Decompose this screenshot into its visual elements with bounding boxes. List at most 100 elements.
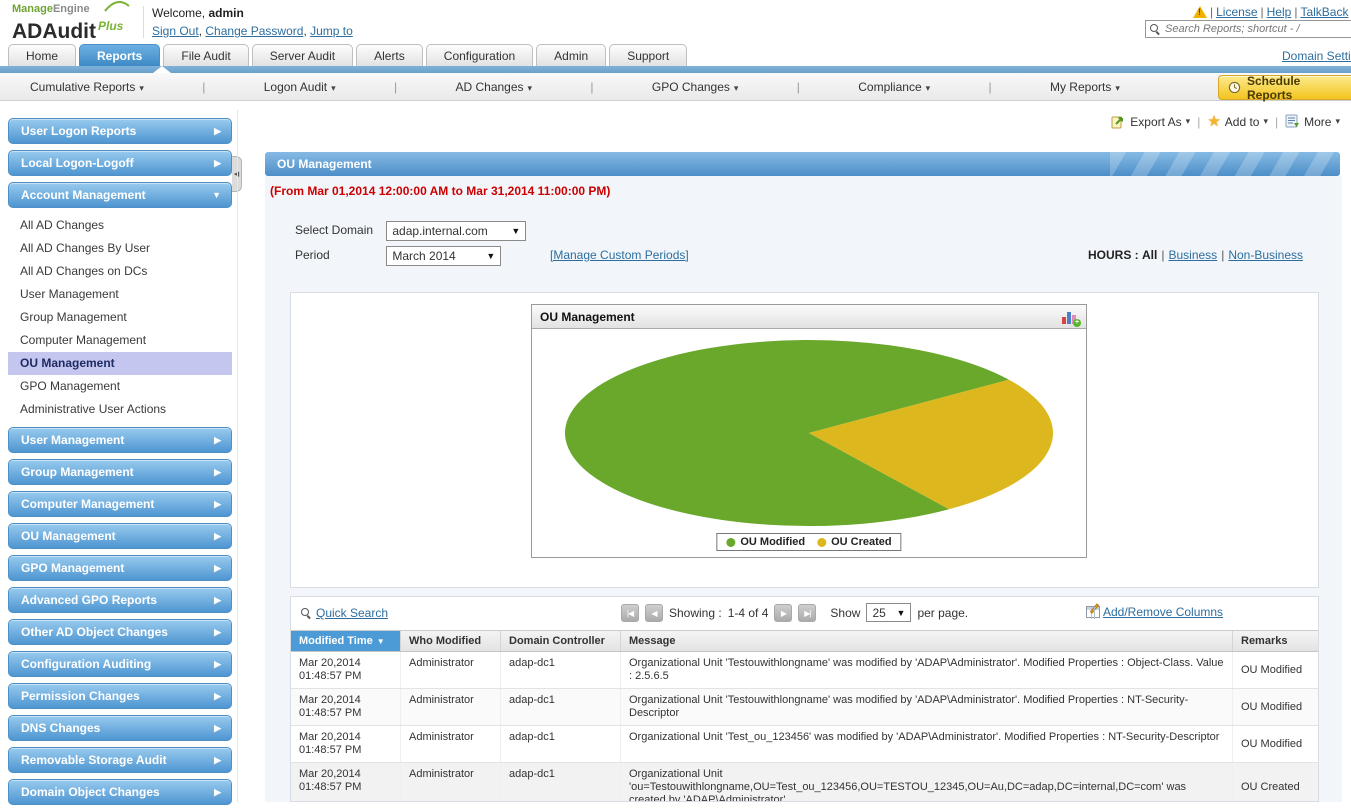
link-help[interactable]: Help [1267, 5, 1292, 19]
period-select[interactable]: March 2014 ▼ [386, 246, 502, 266]
add-to-button[interactable]: ★ Add to ▾ [1207, 114, 1268, 129]
warning-icon[interactable] [1193, 6, 1207, 18]
sidebar-item-ou-management[interactable]: OU Management [8, 352, 232, 375]
sidebar-section-dns-changes[interactable]: DNS Changes ▶ [8, 715, 232, 741]
sidebar-item-all-ad-changes-by-user[interactable]: All AD Changes By User [8, 237, 232, 260]
quick-search-link[interactable]: Quick Search [316, 606, 388, 620]
schedule-reports-button[interactable]: Schedule Reports [1218, 73, 1351, 102]
sidebar-section-group-management[interactable]: Group Management ▶ [8, 459, 232, 485]
link-change-password[interactable]: Change Password [205, 24, 303, 38]
column-header-domain-controller[interactable]: Domain Controller [501, 631, 621, 651]
tab-configuration[interactable]: Configuration [425, 44, 534, 66]
showing-range: 1-4 of 4 [727, 605, 769, 620]
sidebar-item-all-ad-changes[interactable]: All AD Changes [8, 214, 232, 237]
sidebar-item-user-management[interactable]: User Management [8, 283, 232, 306]
tab-home[interactable]: Home [8, 44, 77, 66]
menu-item-ad-changes[interactable]: AD Changes ▾ [455, 80, 532, 94]
menu-item-cumulative-reports[interactable]: Cumulative Reports ▾ [30, 80, 144, 94]
add-remove-columns-link[interactable]: Add/Remove Columns [1103, 605, 1223, 619]
legend-label: OU Modified [740, 536, 806, 548]
divider: | [394, 80, 398, 94]
column-header-label: Message [629, 635, 676, 647]
chevron-down-icon: ▼ [511, 226, 521, 236]
cell-domain-controller: adap-dc1 [501, 652, 621, 688]
tab-reports[interactable]: Reports [79, 44, 161, 66]
column-header-modified-time[interactable]: Modified Time ▼ [291, 631, 401, 651]
tab-server-audit[interactable]: Server Audit [251, 44, 354, 66]
hours-option-non-business[interactable]: Non-Business [1228, 248, 1303, 262]
domain-settings-link[interactable]: Domain Settings [1282, 49, 1351, 63]
sidebar-section-user-management[interactable]: User Management ▶ [8, 427, 232, 453]
global-search-box[interactable] [1145, 20, 1351, 38]
column-header-label: Modified Time [299, 635, 373, 647]
chevron-right-icon: ▶ [214, 498, 221, 509]
utility-links: | License | Help | TalkBack [1207, 5, 1348, 19]
first-page-button[interactable]: |◀ [621, 603, 639, 622]
link-jump-to[interactable]: Jump to [310, 24, 353, 38]
sidebar-item-administrative-user-actions[interactable]: Administrative User Actions [8, 398, 232, 421]
tab-alerts[interactable]: Alerts [356, 44, 423, 66]
add-remove-columns[interactable]: Add/Remove Columns [1086, 603, 1223, 619]
chart-legend: OU Modified OU Created [716, 533, 902, 551]
sidebar-item-all-ad-changes-on-dcs[interactable]: All AD Changes on DCs [8, 260, 232, 283]
sidebar-section-configuration-auditing[interactable]: Configuration Auditing ▶ [8, 651, 232, 677]
hours-option-business[interactable]: Business [1168, 248, 1217, 262]
report-actions-toolbar: Export As ▾ | ★ Add to ▾ | More ▾ [1111, 114, 1340, 129]
cell-message: Organizational Unit 'ou=Testouwithlongna… [621, 763, 1233, 801]
column-header-who-modified[interactable]: Who Modified [401, 631, 501, 651]
sidebar-section-local-logon-logoff[interactable]: Local Logon-Logoff ▶ [8, 150, 232, 176]
sidebar-item-group-management[interactable]: Group Management [8, 306, 232, 329]
product-plus: Plus [97, 19, 124, 33]
link-license[interactable]: License [1216, 5, 1257, 19]
sidebar-section-computer-management[interactable]: Computer Management ▶ [8, 491, 232, 517]
divider: | [796, 80, 800, 94]
manage-custom-periods-link[interactable]: [Manage Custom Periods] [550, 248, 689, 262]
divider: | [1210, 5, 1214, 19]
sidebar-section-advanced-gpo-reports[interactable]: Advanced GPO Reports ▶ [8, 587, 232, 613]
prev-page-button[interactable]: ◀ [645, 603, 663, 622]
chevron-right-icon: ▶ [214, 562, 221, 573]
menu-item-gpo-changes[interactable]: GPO Changes ▾ [652, 80, 739, 94]
sidebar-section-label: DNS Changes [21, 721, 101, 735]
sidebar-item-gpo-management[interactable]: GPO Management [8, 375, 232, 398]
tab-admin[interactable]: Admin [536, 44, 607, 66]
tab-support[interactable]: Support [609, 44, 688, 66]
menu-item-logon-audit[interactable]: Logon Audit ▾ [264, 80, 336, 94]
quick-search[interactable]: Quick Search [301, 606, 388, 620]
next-page-button[interactable]: ▶ [774, 603, 793, 622]
column-header-remarks[interactable]: Remarks [1233, 631, 1318, 651]
export-as-label: Export As [1130, 114, 1182, 129]
link-sign-out[interactable]: Sign Out [152, 24, 199, 38]
menu-item-my-reports[interactable]: My Reports ▾ [1050, 80, 1120, 94]
domain-select[interactable]: adap.internal.com ▼ [386, 221, 527, 241]
report-sidebar: User Logon Reports ▶ Local Logon-Logoff ▶ Ac… [8, 118, 232, 811]
sidebar-section-account-management[interactable]: Account Management ▼ [8, 182, 232, 208]
sidebar-section-domain-object-changes[interactable]: Domain Object Changes ▶ [8, 779, 232, 805]
chevron-down-icon: ▾ [1185, 116, 1191, 126]
sidebar-section-ou-management[interactable]: OU Management ▶ [8, 523, 232, 549]
last-page-button[interactable]: ▶| [798, 603, 817, 622]
sidebar-section-gpo-management[interactable]: GPO Management ▶ [8, 555, 232, 581]
legend-item-ou-modified: OU Modified [726, 536, 805, 548]
chart-type-icon[interactable]: + [1062, 310, 1081, 327]
chevron-right-icon: ▶ [214, 722, 221, 733]
page-size-select[interactable]: 25 ▼ [866, 603, 912, 622]
export-as-button[interactable]: Export As ▾ [1111, 114, 1190, 129]
more-button[interactable]: More ▾ [1285, 114, 1340, 129]
chevron-right-icon: ▶ [214, 434, 221, 445]
link-talkback[interactable]: TalkBack [1300, 5, 1348, 19]
column-header-message[interactable]: Message [621, 631, 1233, 651]
sidebar-section-other-ad-object-changes[interactable]: Other AD Object Changes ▶ [8, 619, 232, 645]
menu-item-label: GPO Changes [651, 80, 730, 94]
sidebar-section-user-logon-reports[interactable]: User Logon Reports ▶ [8, 118, 232, 144]
schedule-reports-label: Schedule Reports [1247, 73, 1301, 102]
chevron-down-icon: ▼ [486, 251, 496, 261]
sidebar-section-permission-changes[interactable]: Permission Changes ▶ [8, 683, 232, 709]
search-input[interactable] [1165, 23, 1350, 35]
sidebar-item-computer-management[interactable]: Computer Management [8, 329, 232, 352]
tab-file-audit[interactable]: File Audit [163, 44, 249, 66]
sidebar-section-removable-storage-audit[interactable]: Removable Storage Audit ▶ [8, 747, 232, 773]
divider: | [590, 80, 594, 94]
hours-option-all[interactable]: All [1142, 248, 1157, 262]
menu-item-compliance[interactable]: Compliance ▾ [858, 80, 930, 94]
